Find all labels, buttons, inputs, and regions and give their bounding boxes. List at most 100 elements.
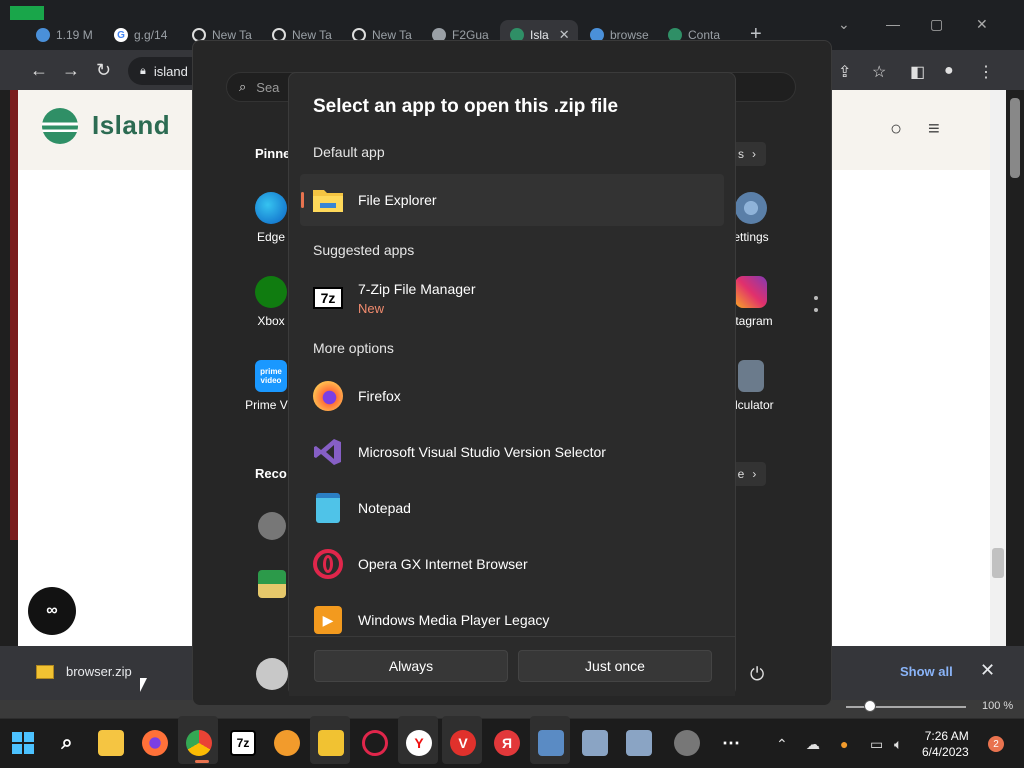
vivaldi-icon[interactable]: V xyxy=(450,730,476,756)
globe-icon xyxy=(36,28,50,42)
clock[interactable]: 7:26 AM 6/4/2023 xyxy=(922,728,969,760)
7zip-icon[interactable]: 7z xyxy=(230,730,256,756)
selection-indicator xyxy=(301,192,304,208)
app-option-7zip[interactable]: 7z 7-Zip File Manager New xyxy=(300,272,724,324)
file-explorer-icon[interactable] xyxy=(98,730,124,756)
minimize-icon[interactable]: — xyxy=(886,16,900,32)
media-player-icon: ▶ xyxy=(312,604,344,636)
address-bar[interactable]: 🔒︎ island xyxy=(128,57,198,85)
zip-file-icon xyxy=(36,664,54,679)
mouse-cursor-icon xyxy=(140,678,147,692)
tab-1[interactable]: 1.19 M xyxy=(26,20,102,50)
start-windows-icon[interactable] xyxy=(10,730,36,756)
pinned-heading: Pinne xyxy=(255,146,291,161)
app-icon-orange[interactable] xyxy=(274,730,300,756)
microphone-icon[interactable]: ● xyxy=(840,736,848,752)
zoom-level: 100 % xyxy=(982,700,1014,712)
yandex-browser-icon[interactable]: Y xyxy=(406,730,432,756)
search-icon[interactable]: ○ xyxy=(890,118,902,141)
island-brand[interactable]: Island xyxy=(92,110,170,141)
just-once-button[interactable]: Just once xyxy=(518,650,712,682)
gear-icon xyxy=(735,192,767,224)
app-option-file-explorer[interactable]: File Explorer xyxy=(300,174,724,226)
user-avatar[interactable] xyxy=(256,658,288,690)
date: 6/4/2023 xyxy=(922,745,969,759)
forward-arrow-icon[interactable]: → xyxy=(62,60,80,81)
folder-icon xyxy=(312,184,344,216)
notepad-icon xyxy=(312,492,344,524)
profile-icon[interactable]: ● xyxy=(944,62,954,80)
app-option-firefox[interactable]: Firefox xyxy=(300,370,724,422)
page-dot-icon[interactable] xyxy=(814,296,818,300)
window-close-icon[interactable]: ✕ xyxy=(976,16,988,33)
more-apps-icon[interactable]: ⋯ xyxy=(718,730,744,756)
new-badge: New xyxy=(358,300,385,316)
hamburger-menu-icon[interactable]: ≡ xyxy=(928,118,940,141)
share-icon[interactable]: ⇪ xyxy=(838,62,851,82)
zip-file-icon[interactable] xyxy=(318,730,344,756)
visual-studio-icon xyxy=(312,436,344,468)
page-dot-icon[interactable] xyxy=(814,308,818,312)
maximize-icon[interactable]: ▢ xyxy=(930,16,943,33)
lock-icon: 🔒︎ xyxy=(140,64,146,77)
recent-file-icon[interactable] xyxy=(258,570,286,598)
kebab-menu-icon[interactable]: ⋮ xyxy=(978,62,994,82)
xbox-icon xyxy=(255,276,287,308)
suggested-apps-heading: Suggested apps xyxy=(313,242,415,258)
time: 7:26 AM xyxy=(924,729,969,743)
power-icon[interactable]: ⏻ xyxy=(750,664,764,685)
search-icon: ⌕ xyxy=(239,79,247,94)
green-decor xyxy=(10,6,44,20)
network-icon[interactable]: ▭ xyxy=(870,736,883,753)
background-window-edge xyxy=(10,90,18,540)
raccoon-icon[interactable] xyxy=(258,512,286,540)
back-arrow-icon[interactable]: ← xyxy=(30,60,48,81)
always-button[interactable]: Always xyxy=(314,650,508,682)
installer-icon[interactable] xyxy=(626,730,652,756)
show-all-link[interactable]: Show all xyxy=(900,664,953,679)
page-scroll-thumb[interactable] xyxy=(992,548,1004,578)
outer-scroll-thumb[interactable] xyxy=(1010,98,1020,178)
firefox-icon[interactable] xyxy=(142,730,168,756)
active-indicator xyxy=(195,760,209,763)
installer-icon[interactable] xyxy=(582,730,608,756)
prime-video-icon: prime video xyxy=(255,360,287,392)
star-icon[interactable]: ☆ xyxy=(872,62,886,82)
app-option-opera-gx[interactable]: Opera GX Internet Browser xyxy=(300,538,724,590)
link-fab-button[interactable]: ∞ xyxy=(28,587,76,635)
notification-badge[interactable]: 2 xyxy=(988,736,1004,752)
more-options-heading: More options xyxy=(313,340,394,356)
chevron-right-icon: › xyxy=(752,467,757,481)
cloud-icon[interactable]: ☁ xyxy=(806,736,820,753)
opera-icon[interactable] xyxy=(362,730,388,756)
island-logo[interactable] xyxy=(42,108,78,144)
zoom-slider-thumb[interactable] xyxy=(864,700,876,712)
app-option-vs-selector[interactable]: Microsoft Visual Studio Version Selector xyxy=(300,426,724,478)
7zip-icon: 7z xyxy=(312,282,344,314)
chrome-icon[interactable] xyxy=(186,730,212,756)
recommended-heading: Reco xyxy=(255,466,287,481)
chevron-up-icon[interactable]: ⌃ xyxy=(776,736,788,753)
reload-icon[interactable]: ↻ xyxy=(96,60,111,81)
raccoon-icon[interactable] xyxy=(674,730,700,756)
calculator-icon xyxy=(738,360,764,392)
dialog-title: Select an app to open this .zip file xyxy=(313,96,619,117)
firefox-icon xyxy=(312,380,344,412)
link-icon: ∞ xyxy=(46,602,58,619)
chart-app-icon[interactable] xyxy=(538,730,564,756)
chevron-right-icon: › xyxy=(752,147,756,161)
search-icon[interactable]: ⌕ xyxy=(54,730,80,756)
chevron-down-icon[interactable]: ⌄ xyxy=(838,16,850,33)
download-item[interactable]: browser.zip xyxy=(36,664,132,679)
edge-icon xyxy=(255,192,287,224)
google-icon: G xyxy=(114,28,128,42)
volume-icon[interactable]: 🔈︎ xyxy=(894,736,902,753)
opera-gx-icon xyxy=(312,548,344,580)
default-app-heading: Default app xyxy=(313,144,385,160)
instagram-icon xyxy=(735,276,767,308)
tab-2[interactable]: G g.g/14 xyxy=(104,20,180,50)
yandex-icon[interactable]: Я xyxy=(494,730,520,756)
sidepanel-icon[interactable]: ◧ xyxy=(910,62,925,82)
app-option-notepad[interactable]: Notepad xyxy=(300,482,724,534)
close-downloads-icon[interactable]: ✕ xyxy=(980,660,995,681)
